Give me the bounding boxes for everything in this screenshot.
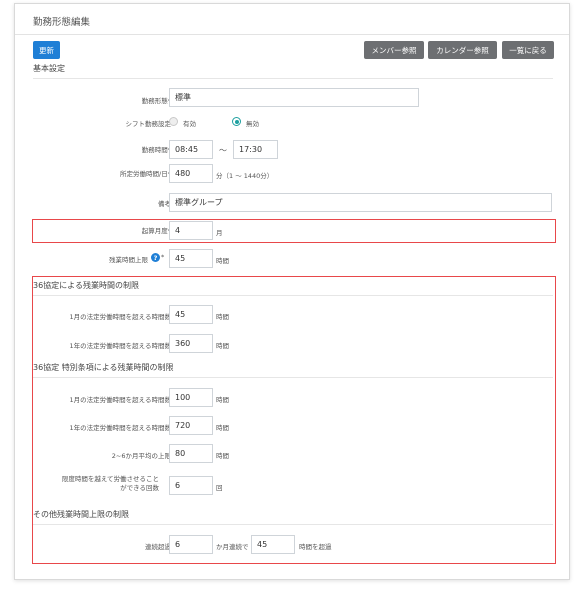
start-month-input[interactable]: 4 bbox=[169, 221, 213, 240]
work-type-label: 勤務形態* bbox=[141, 97, 171, 105]
start-month-highlight bbox=[32, 219, 556, 243]
divider bbox=[33, 295, 553, 296]
special-clause-heading: 36協定 特別条項による残業時間の制限 bbox=[33, 363, 174, 372]
overtime-cap-label: 残業時間上限 bbox=[109, 256, 148, 264]
start-month-unit: 月 bbox=[216, 229, 223, 237]
other-limits-heading: その他残業時間上限の制限 bbox=[33, 510, 129, 519]
work-type-input[interactable]: 標準 bbox=[169, 88, 419, 107]
special-average-input[interactable]: 80 bbox=[169, 444, 213, 463]
member-reference-button[interactable]: メンバー参照 bbox=[364, 41, 424, 59]
fixed-work-minutes-unit: 分（1 ～ 1440分） bbox=[216, 172, 274, 180]
page-title: 勤務形態編集 bbox=[33, 17, 91, 28]
art36-monthly-input[interactable]: 45 bbox=[169, 305, 213, 324]
special-monthly-label: 1月の法定労働時間を超える時間数 bbox=[69, 396, 171, 404]
special-count-unit: 回 bbox=[216, 484, 223, 492]
divider bbox=[33, 78, 553, 79]
consecutive-months-input[interactable]: 6 bbox=[169, 535, 213, 554]
shift-disabled-label: 無効 bbox=[246, 120, 259, 128]
work-start-input[interactable]: 08:45 bbox=[169, 140, 213, 159]
special-yearly-label: 1年の法定労働時間を超える時間数 bbox=[69, 424, 171, 432]
consecutive-months-text: か月連続で bbox=[216, 543, 249, 551]
art36-yearly-input[interactable]: 360 bbox=[169, 334, 213, 353]
divider bbox=[33, 524, 553, 525]
special-count-label: 限度時間を越えて労働させることができる回数 bbox=[61, 475, 159, 492]
back-to-list-button[interactable]: 一覧に戻る bbox=[502, 41, 554, 59]
card-header: 勤務形態編集 bbox=[15, 4, 569, 35]
special-monthly-unit: 時間 bbox=[216, 396, 229, 404]
overtime-cap-unit: 時間 bbox=[216, 257, 229, 265]
work-end-input[interactable]: 17:30 bbox=[233, 140, 278, 159]
overtime-cap-required-mark: * bbox=[161, 253, 165, 261]
overtime-cap-input[interactable]: 45 bbox=[169, 249, 213, 268]
art36-yearly-label: 1年の法定労働時間を超える時間数 bbox=[69, 342, 171, 350]
note-input[interactable]: 標準グループ bbox=[169, 193, 552, 212]
special-count-input[interactable]: 6 bbox=[169, 476, 213, 495]
start-month-label: 起算月度* bbox=[141, 227, 171, 235]
art36-monthly-label: 1月の法定労働時間を超える時間数 bbox=[69, 313, 171, 321]
art36-monthly-unit: 時間 bbox=[216, 313, 229, 321]
special-average-label: 2~6か月平均の上限 bbox=[111, 452, 171, 460]
special-monthly-input[interactable]: 100 bbox=[169, 388, 213, 407]
work-time-separator: ～ bbox=[219, 146, 227, 155]
update-button[interactable]: 更新 bbox=[33, 41, 60, 59]
divider bbox=[33, 377, 553, 378]
basic-settings-heading: 基本設定 bbox=[33, 64, 65, 73]
art36-yearly-unit: 時間 bbox=[216, 342, 229, 350]
help-icon[interactable]: ? bbox=[151, 253, 160, 262]
shift-enabled-radio[interactable] bbox=[169, 117, 178, 126]
consecutive-hours-text: 時間を超過 bbox=[299, 543, 332, 551]
fixed-work-minutes-label: 所定労働時間/日* bbox=[120, 170, 171, 178]
calendar-reference-button[interactable]: カレンダー参照 bbox=[428, 41, 497, 59]
special-yearly-unit: 時間 bbox=[216, 424, 229, 432]
consecutive-excess-label: 連続超過 bbox=[145, 543, 171, 551]
work-time-label: 勤務時間* bbox=[141, 146, 171, 154]
shift-enabled-label: 有効 bbox=[183, 120, 196, 128]
fixed-work-minutes-input[interactable]: 480 bbox=[169, 164, 213, 183]
consecutive-hours-input[interactable]: 45 bbox=[251, 535, 295, 554]
art36-heading: 36協定による残業時間の制限 bbox=[33, 281, 139, 290]
special-yearly-input[interactable]: 720 bbox=[169, 416, 213, 435]
special-average-unit: 時間 bbox=[216, 452, 229, 460]
edit-card: 勤務形態編集 更新 メンバー参照 カレンダー参照 一覧に戻る 基本設定 勤務形態… bbox=[14, 3, 570, 580]
shift-setting-label: シフト勤務設定 bbox=[125, 120, 172, 128]
shift-disabled-radio[interactable] bbox=[232, 117, 241, 126]
